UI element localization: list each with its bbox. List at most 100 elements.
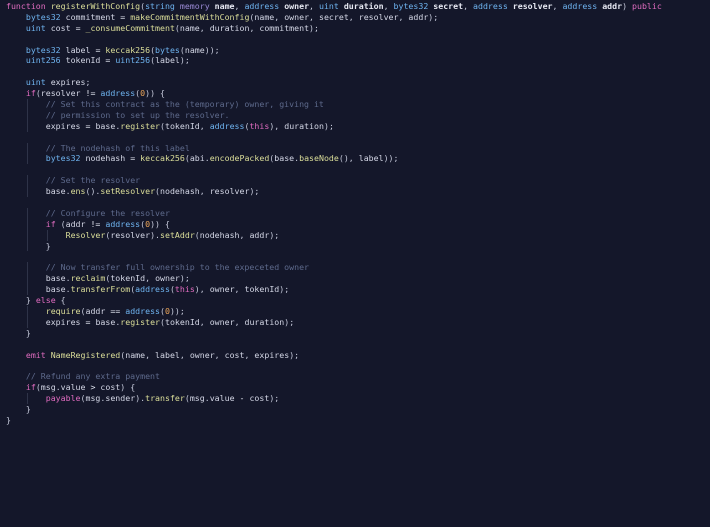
- code-line[interactable]: // Now transfer full ownership to the ex…: [6, 262, 662, 274]
- code-line[interactable]: expires = base.register(tokenId, address…: [6, 120, 662, 132]
- code-token: sender: [105, 393, 136, 404]
- code-line[interactable]: // permission to set up the resolver.: [6, 109, 662, 121]
- code-line[interactable]: }: [6, 404, 662, 415]
- code-token: !=: [85, 88, 101, 99]
- code-line[interactable]: // Refund any extra payment: [6, 371, 662, 382]
- code-token: require: [45, 305, 81, 316]
- code-line[interactable]: } else {: [6, 295, 662, 306]
- code-token: =: [120, 11, 131, 22]
- code-line[interactable]: [6, 132, 662, 143]
- code-token: commitment: [259, 22, 310, 33]
- indent-guide: [26, 229, 28, 241]
- code-token: uint256: [25, 55, 66, 66]
- code-token: emit: [25, 349, 51, 360]
- code-line[interactable]: if (addr != address(0)) {: [6, 218, 662, 230]
- code-line[interactable]: [6, 34, 662, 45]
- code-token: tokenId: [65, 55, 106, 66]
- indent-guide: [26, 393, 28, 404]
- code-line[interactable]: // Set the resolver: [6, 175, 662, 187]
- code-line[interactable]: // Set this contract as the (temporary) …: [6, 99, 662, 110]
- code-token: payable: [45, 393, 81, 404]
- code-token: msg: [85, 393, 101, 404]
- code-token: nodehash: [199, 229, 240, 240]
- code-token: name: [184, 44, 205, 55]
- code-token: ,: [234, 316, 245, 327]
- code-line[interactable]: bytes32 nodehash = keccak256(abi.encodeP…: [6, 153, 662, 165]
- indent-guide: [26, 305, 28, 317]
- code-token: addr: [408, 11, 429, 22]
- code-line[interactable]: bytes32 label = keccak256(bytes(name));: [6, 45, 662, 56]
- code-token: ,: [244, 349, 255, 360]
- code-line[interactable]: uint cost = _consumeCommitment(name, dur…: [6, 23, 662, 34]
- code-token: ,: [199, 316, 210, 327]
- code-token: // Configure the resolver: [45, 207, 170, 218]
- code-token: base: [45, 273, 66, 284]
- code-line[interactable]: [6, 66, 662, 77]
- code-line[interactable]: base.transferFrom(address(this), owner, …: [6, 284, 662, 296]
- code-token: abi: [189, 153, 205, 164]
- code-line[interactable]: bytes32 commitment = makeCommitmentWithC…: [6, 12, 662, 23]
- code-line[interactable]: [6, 197, 662, 208]
- code-token: }: [25, 295, 36, 306]
- code-line[interactable]: [6, 360, 662, 371]
- code-token: else: [35, 295, 61, 306]
- code-token: keccak256: [105, 44, 151, 55]
- code-line[interactable]: // Configure the resolver: [6, 207, 662, 219]
- code-token: bytes32: [25, 44, 66, 55]
- code-line[interactable]: payable(msg.sender).transfer(msg.value -…: [6, 393, 662, 404]
- code-line[interactable]: require(addr == address(0));: [6, 305, 662, 317]
- code-token: public: [632, 1, 662, 11]
- code-line[interactable]: // The nodehash of this label: [6, 142, 662, 154]
- code-token: _consumeCommitment: [85, 22, 175, 33]
- code-token: Resolver: [65, 229, 106, 240]
- code-token: duration: [343, 1, 384, 11]
- code-token: msg: [40, 382, 56, 393]
- code-line[interactable]: expires = base.register(tokenId, owner, …: [6, 316, 662, 328]
- indent-guide: [26, 316, 28, 328]
- code-line[interactable]: emit NameRegistered(name, label, owner, …: [6, 350, 662, 361]
- code-line[interactable]: }: [6, 328, 662, 339]
- code-line[interactable]: Resolver(resolver).setAddr(nodehash, add…: [6, 229, 662, 241]
- code-token: duration: [244, 316, 285, 327]
- code-block[interactable]: function registerWithConfig(string memor…: [6, 1, 662, 426]
- code-token: encodePacked: [209, 153, 270, 164]
- code-line[interactable]: if(resolver != address(0)) {: [6, 88, 662, 99]
- code-line[interactable]: if(msg.value > cost) {: [6, 382, 662, 393]
- code-token: address: [209, 120, 245, 131]
- code-token: !=: [90, 218, 106, 229]
- code-token: expires: [45, 316, 86, 327]
- code-token: if: [25, 382, 36, 393]
- code-token: resolver: [209, 186, 250, 197]
- code-token: ,: [145, 349, 156, 360]
- code-token: bytes: [155, 44, 180, 55]
- code-token: duration: [209, 22, 250, 33]
- code-line[interactable]: [6, 339, 662, 350]
- code-line[interactable]: uint expires;: [6, 77, 662, 88]
- code-line[interactable]: base.reclaim(tokenId, owner);: [6, 273, 662, 285]
- code-token: value: [60, 382, 91, 393]
- code-token: )) {: [145, 88, 165, 99]
- code-line[interactable]: [6, 251, 662, 262]
- code-line[interactable]: }: [6, 240, 662, 252]
- code-editor[interactable]: function registerWithConfig(string memor…: [0, 0, 710, 527]
- code-line[interactable]: uint256 tokenId = uint256(label);: [6, 55, 662, 66]
- code-token: );: [309, 22, 319, 33]
- code-token: (),: [338, 153, 359, 164]
- code-token: base: [274, 153, 295, 164]
- code-token: address: [473, 1, 513, 11]
- indent-guide: [26, 153, 28, 165]
- indent-guide: [26, 186, 28, 198]
- code-line[interactable]: }: [6, 415, 662, 426]
- code-line[interactable]: base.ens().setResolver(nodehash, resolve…: [6, 186, 662, 198]
- code-token: setAddr: [160, 229, 195, 240]
- code-line[interactable]: function registerWithConfig(string memor…: [6, 1, 662, 12]
- code-token: ,: [214, 349, 225, 360]
- code-line[interactable]: [6, 164, 662, 175]
- code-token: registerWithConfig: [50, 1, 141, 11]
- code-token: msg: [189, 393, 205, 404]
- code-token: ,: [199, 186, 210, 197]
- code-token: }: [25, 327, 31, 338]
- code-token: );: [289, 349, 300, 360]
